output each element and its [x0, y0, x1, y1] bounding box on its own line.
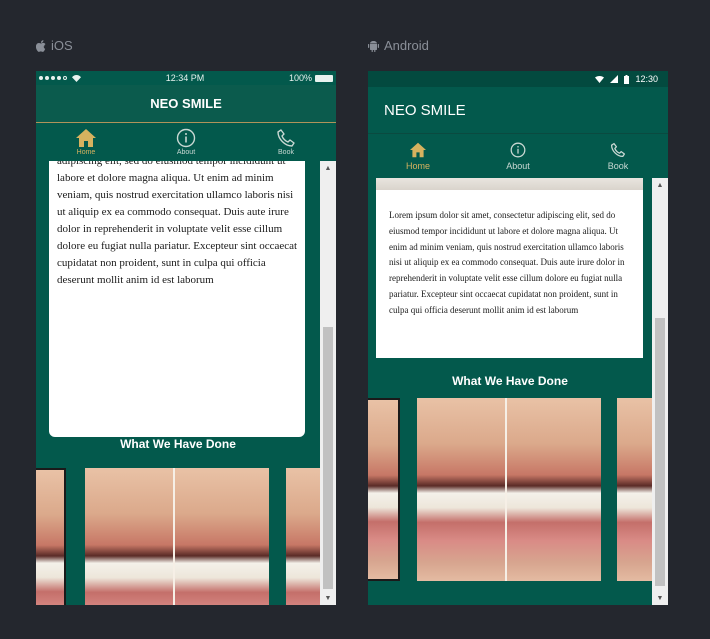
phone-icon [277, 129, 295, 147]
tab-book[interactable]: Book [251, 123, 321, 161]
android-scrollbar[interactable]: ▲ ▼ [652, 178, 668, 605]
tab-book[interactable]: Book [583, 134, 653, 179]
ios-platform-label: iOS [36, 38, 73, 53]
scroll-down-arrow[interactable]: ▼ [652, 591, 668, 605]
tab-book-label: Book [607, 161, 629, 171]
signal-icon [39, 74, 81, 82]
intro-paragraph: Lorem ipsum dolor sit amet, consectetur … [389, 210, 625, 315]
gallery-carousel[interactable] [368, 398, 652, 581]
tab-about[interactable]: About [483, 134, 553, 179]
ios-status-bar: 12:34 PM 100% [36, 71, 336, 85]
scroll-up-arrow[interactable]: ▲ [652, 178, 668, 192]
section-title: What We Have Done [452, 374, 568, 388]
app-title: NEO SMILE [384, 101, 466, 119]
android-app-header: NEO SMILE [368, 87, 668, 133]
section-title: What We Have Done [120, 437, 236, 451]
ios-status-time: 12:34 PM [165, 73, 205, 83]
battery-indicator: 100% [289, 73, 333, 83]
scroll-up-arrow[interactable]: ▲ [320, 161, 336, 175]
tab-home-label: Home [76, 149, 96, 156]
ios-scroll-content[interactable]: adipiscing elit, sed do eiusmod tempor i… [36, 161, 320, 605]
ios-tab-bar: Home About Book [36, 123, 336, 161]
battery-icon [624, 74, 630, 84]
wifi-icon [72, 74, 81, 82]
ios-label-text: iOS [51, 38, 73, 53]
tab-book-label: Book [278, 149, 294, 156]
battery-icon [315, 74, 333, 82]
scroll-thumb[interactable] [323, 327, 333, 589]
android-status-time: 12:30 [635, 74, 658, 84]
tab-about-label: About [506, 161, 530, 171]
gallery-image-next[interactable] [286, 468, 320, 605]
android-label-text: Android [384, 38, 429, 53]
tab-about-label: About [176, 149, 196, 156]
android-status-bar: 12:30 [368, 71, 668, 87]
intro-paragraph: adipiscing elit, sed do eiusmod tempor i… [57, 161, 298, 286]
android-phone-screen: 12:30 NEO SMILE Home About Book Lorem ip… [368, 71, 668, 605]
gallery-image-current[interactable] [85, 468, 269, 605]
intro-text-card: Lorem ipsum dolor sit amet, consectetur … [376, 190, 643, 358]
gallery-image-next[interactable] [617, 398, 652, 581]
home-icon [410, 142, 426, 158]
tab-about[interactable]: About [151, 123, 221, 161]
wifi-icon [595, 75, 605, 83]
apple-icon [36, 39, 46, 52]
phone-icon [610, 142, 626, 158]
info-icon [176, 128, 196, 148]
intro-text-card: adipiscing elit, sed do eiusmod tempor i… [49, 161, 305, 437]
ios-scrollbar[interactable]: ▲ ▼ [320, 161, 336, 605]
scroll-down-arrow[interactable]: ▼ [320, 591, 336, 605]
gallery-image-prev[interactable] [36, 468, 66, 605]
android-scroll-content[interactable]: Lorem ipsum dolor sit amet, consectetur … [368, 178, 652, 605]
battery-percent: 100% [288, 73, 312, 83]
info-icon [510, 142, 526, 158]
gallery-carousel[interactable] [36, 468, 320, 605]
android-icon [368, 40, 379, 52]
android-tab-bar: Home About Book [368, 133, 668, 179]
gallery-image-current[interactable] [417, 398, 601, 581]
android-platform-label: Android [368, 38, 429, 53]
cell-signal-icon [610, 75, 619, 83]
tab-home[interactable]: Home [383, 134, 453, 179]
app-title: NEO SMILE [150, 96, 222, 111]
gallery-image-prev[interactable] [368, 398, 400, 581]
home-icon [76, 129, 96, 147]
tab-home-label: Home [405, 161, 430, 171]
tab-home[interactable]: Home [51, 123, 121, 161]
ios-app-header: NEO SMILE [36, 85, 336, 123]
ios-phone-screen: 12:34 PM 100% NEO SMILE Home About Book … [36, 71, 336, 605]
scroll-thumb[interactable] [655, 318, 665, 586]
